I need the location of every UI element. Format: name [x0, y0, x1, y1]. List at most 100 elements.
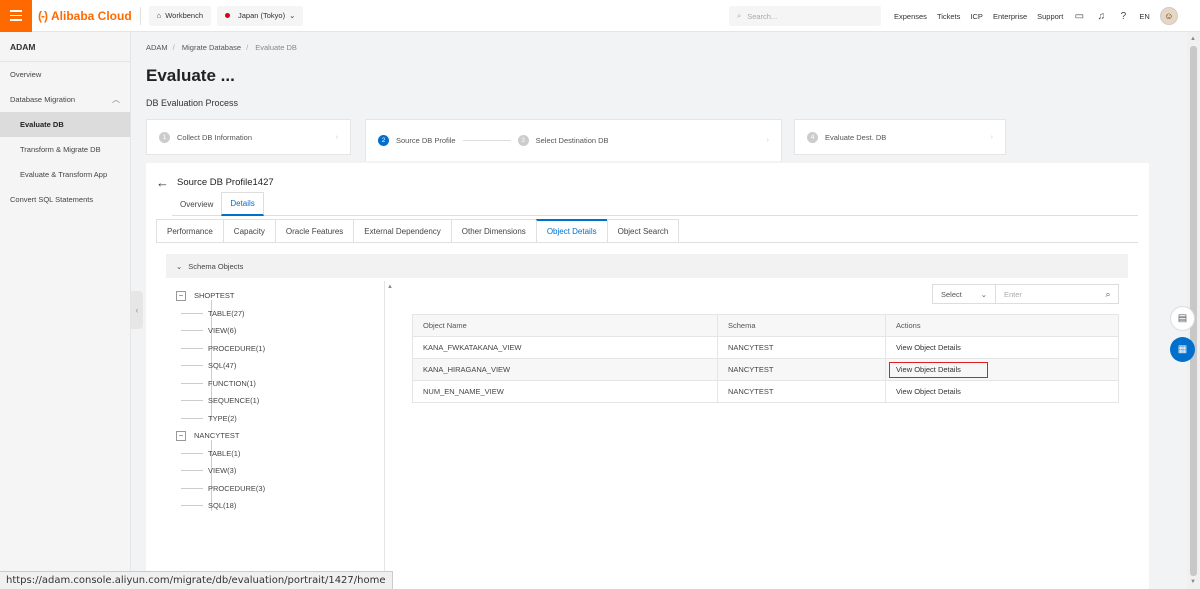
- filter-input[interactable]: Enter: [996, 290, 1098, 299]
- tab-overview[interactable]: Overview: [172, 192, 221, 216]
- main-tabs: Overview Details: [172, 192, 1138, 216]
- scroll-down-icon[interactable]: ▼: [1190, 579, 1196, 585]
- action-cell: View Object Details: [885, 358, 1119, 381]
- home-icon: ⌂: [156, 11, 162, 20]
- tree-leaf[interactable]: PROCEDURE(1): [176, 340, 396, 358]
- status-url-bar: https://adam.console.aliyun.com/migrate/…: [0, 571, 393, 589]
- sidebar: ADAM Overview Database Migration ︿ Evalu…: [0, 32, 131, 589]
- sidebar-item-overview[interactable]: Overview: [0, 62, 130, 87]
- chevron-down-icon: ⌄: [176, 261, 183, 271]
- process-title: DB Evaluation Process: [146, 98, 239, 108]
- tab-object-search[interactable]: Object Search: [606, 219, 680, 243]
- column-header: Schema: [717, 314, 886, 337]
- table-row: KANA_HIRAGANA_VIEW NANCYTEST View Object…: [412, 358, 1119, 381]
- detail-tabs: Performance Capacity Oracle Features Ext…: [156, 219, 1138, 243]
- region-selector[interactable]: Japan (Tokyo) ⌄: [217, 5, 304, 26]
- view-object-details-link[interactable]: View Object Details: [896, 343, 961, 352]
- step-evaluate-dest-db[interactable]: 4 Evaluate Dest. DB ›: [794, 119, 1006, 155]
- schema-cell: NANCYTEST: [717, 336, 886, 359]
- enterprise-link[interactable]: Enterprise: [993, 12, 1027, 21]
- view-object-details-link[interactable]: View Object Details: [896, 387, 961, 396]
- bell-icon[interactable]: ♫: [1095, 10, 1107, 22]
- chevron-right-icon: ›: [335, 133, 338, 141]
- schema-cell: NANCYTEST: [717, 358, 886, 381]
- sidebar-item-convert-sql[interactable]: Convert SQL Statements: [0, 187, 130, 212]
- chevron-up-icon: ︿: [112, 95, 120, 104]
- breadcrumb-adam[interactable]: ADAM: [146, 43, 168, 52]
- column-header: Actions: [885, 314, 1119, 337]
- brand-logo[interactable]: (-) Alibaba Cloud: [38, 9, 132, 23]
- tree-leaf[interactable]: VIEW(6): [176, 322, 396, 340]
- scroll-up-icon[interactable]: ▲: [387, 284, 393, 290]
- tickets-link[interactable]: Tickets: [937, 12, 960, 21]
- sidebar-item-database-migration[interactable]: Database Migration ︿: [0, 87, 130, 112]
- step-collect-db-info[interactable]: 1 Collect DB Information ›: [146, 119, 351, 155]
- step-connector: [462, 140, 511, 141]
- schema-objects-header[interactable]: ⌄ Schema Objects: [166, 254, 1128, 278]
- search-input[interactable]: ⌕ Search...: [729, 6, 881, 26]
- tab-other-dimensions[interactable]: Other Dimensions: [450, 219, 536, 243]
- tree-node-nancytest[interactable]: − NANCYTEST: [176, 427, 396, 445]
- step-number: 1: [159, 131, 170, 143]
- profile-header: ← Source DB Profile1427: [156, 175, 274, 190]
- step-source-db-profile[interactable]: 2 Source DB Profile 3 Select Destination…: [365, 119, 782, 161]
- object-name-cell: KANA_HIRAGANA_VIEW: [412, 358, 718, 381]
- tree-leaf[interactable]: FUNCTION(1): [176, 375, 396, 393]
- step-number: 4: [807, 131, 818, 143]
- table-header-row: Object Name Schema Actions: [412, 314, 1119, 337]
- breadcrumb-migrate-database[interactable]: Migrate Database: [182, 43, 241, 52]
- tree-leaf[interactable]: TABLE(1): [176, 445, 396, 463]
- table-row: NUM_EN_NAME_VIEW NANCYTEST View Object D…: [412, 380, 1119, 403]
- terminal-icon[interactable]: ▭: [1073, 10, 1085, 22]
- chevron-down-icon: ⌄: [289, 11, 296, 20]
- collapse-icon[interactable]: −: [176, 290, 186, 301]
- tree-scrollbar[interactable]: ▲ ▼: [384, 281, 394, 589]
- tree-leaf[interactable]: SQL(18): [176, 497, 396, 515]
- step-select-destination-db[interactable]: Select Destination DB: [536, 136, 609, 145]
- search-icon[interactable]: ⌕: [1098, 289, 1118, 300]
- icp-link[interactable]: ICP: [970, 12, 983, 21]
- expenses-link[interactable]: Expenses: [894, 12, 927, 21]
- profile-panel: ← Source DB Profile1427 Overview Details…: [146, 163, 1149, 589]
- chevron-right-icon: ›: [766, 137, 769, 144]
- divider: [139, 6, 141, 25]
- chevron-down-icon: ⌄: [980, 289, 987, 299]
- tab-capacity[interactable]: Capacity: [222, 219, 275, 243]
- tree-leaf[interactable]: TYPE(2): [176, 410, 396, 428]
- tree-node-shoptest[interactable]: − SHOPTEST: [176, 287, 396, 305]
- tab-object-details[interactable]: Object Details: [535, 219, 607, 243]
- tree-leaf[interactable]: TABLE(27): [176, 305, 396, 323]
- avatar[interactable]: ☺: [1159, 7, 1178, 25]
- tab-performance[interactable]: Performance: [156, 219, 223, 243]
- tree-leaf[interactable]: SQL(47): [176, 357, 396, 375]
- support-link[interactable]: Support: [1037, 12, 1063, 21]
- table-row: KANA_FWKATAKANA_VIEW NANCYTEST View Obje…: [412, 336, 1119, 359]
- sidebar-item-evaluate-db[interactable]: Evaluate DB: [0, 112, 130, 137]
- column-header: Object Name: [412, 314, 718, 337]
- sidebar-item-transform-migrate-db[interactable]: Transform & Migrate DB: [0, 137, 130, 162]
- sidebar-item-evaluate-transform-app[interactable]: Evaluate & Transform App: [0, 162, 130, 187]
- feedback-chat-icon[interactable]: ▤: [1170, 306, 1195, 331]
- type-select[interactable]: Select ⌄: [933, 285, 996, 303]
- back-arrow-icon[interactable]: ←: [156, 175, 169, 190]
- collapse-icon[interactable]: −: [176, 430, 186, 441]
- sidebar-title: ADAM: [0, 32, 130, 62]
- tab-oracle-features[interactable]: Oracle Features: [274, 219, 354, 243]
- apps-grid-icon[interactable]: ▦: [1170, 337, 1195, 362]
- help-icon[interactable]: ?: [1117, 10, 1129, 22]
- object-name-cell: NUM_EN_NAME_VIEW: [412, 380, 718, 403]
- tree-leaf[interactable]: PROCEDURE(3): [176, 480, 396, 498]
- tab-details[interactable]: Details: [221, 192, 264, 216]
- tree-leaf[interactable]: VIEW(3): [176, 462, 396, 480]
- view-object-details-link[interactable]: View Object Details: [889, 361, 988, 378]
- tab-external-dependency[interactable]: External Dependency: [353, 219, 451, 243]
- profile-title: Source DB Profile1427: [177, 177, 274, 188]
- scroll-up-icon[interactable]: ▲: [1190, 36, 1196, 42]
- tree-leaf[interactable]: SEQUENCE(1): [176, 392, 396, 410]
- workbench-button[interactable]: ⌂ Workbench: [148, 5, 211, 26]
- menu-icon[interactable]: [0, 0, 32, 32]
- top-links: Expenses Tickets ICP Enterprise Support …: [894, 0, 1178, 32]
- brand-name: Alibaba Cloud: [51, 8, 132, 23]
- language-switch[interactable]: EN: [1139, 12, 1149, 21]
- step-number: 2: [378, 135, 389, 146]
